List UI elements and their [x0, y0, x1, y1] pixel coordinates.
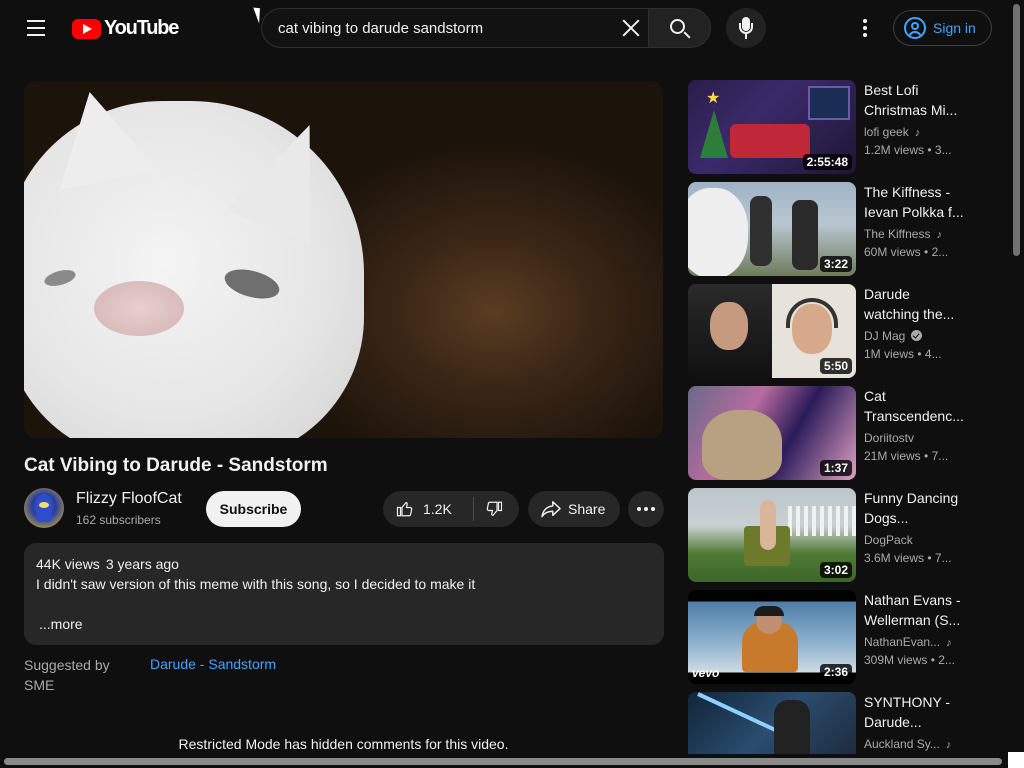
- channel-avatar[interactable]: [24, 488, 64, 528]
- duration-badge: 2:36: [819, 664, 852, 680]
- like-dislike-group: 1.2K: [383, 491, 519, 527]
- music-note-icon: ♪: [936, 229, 942, 241]
- duration-badge: 2:55:48: [802, 154, 852, 170]
- share-label: Share: [568, 501, 606, 517]
- verified-icon: [911, 330, 923, 341]
- share-button[interactable]: Share: [528, 491, 620, 527]
- music-note-icon: ♪: [914, 127, 921, 139]
- view-count: 44K views: [36, 556, 100, 572]
- logo-text: YouTube: [104, 17, 179, 39]
- video-thumbnail[interactable]: vevo 2:36: [688, 590, 856, 684]
- vertical-scrollbar[interactable]: [1010, 0, 1024, 768]
- search-input[interactable]: [278, 9, 608, 47]
- youtube-logo[interactable]: YouTube: [72, 17, 179, 40]
- duration-badge: 3:02: [819, 562, 852, 578]
- scrollbar-corner: [1008, 752, 1024, 768]
- recommendation-channel[interactable]: The Kiffness ♪: [864, 227, 968, 241]
- recommendation-channel[interactable]: lofi geek ♪: [864, 125, 968, 139]
- recommendation-title[interactable]: The Kiffness - Ievan Polkka f...: [864, 182, 968, 222]
- recommendation-title[interactable]: Cat Transcendenc...: [864, 386, 968, 426]
- recommendation-meta: 1M views • 4...: [864, 347, 942, 361]
- restricted-mode-notice: Restricted Mode has hidden comments for …: [178, 736, 509, 752]
- clear-search-icon[interactable]: [617, 14, 643, 42]
- recommendation-channel[interactable]: DogPack: [864, 533, 968, 547]
- voice-search-button[interactable]: [726, 8, 766, 48]
- show-more-link[interactable]: ...more: [39, 616, 83, 632]
- video-thumbnail[interactable]: 3:22: [688, 182, 856, 276]
- recommendation-meta: 1.2M views • 3...: [864, 143, 952, 157]
- recommendation-channel[interactable]: Auckland Sy... ♪: [864, 737, 968, 751]
- recommendation-meta: 3.6M views • 7...: [864, 551, 952, 565]
- recommendation-item[interactable]: ★ 2:55:48 Best Lofi Christmas Mi... lofi …: [688, 80, 968, 174]
- subscriber-count: 162 subscribers: [76, 513, 161, 527]
- video-player[interactable]: [24, 81, 663, 438]
- like-count: 1.2K: [423, 501, 452, 517]
- recommendation-item[interactable]: 3:02 Funny Dancing Dogs... DogPack 3.6M v…: [688, 488, 968, 582]
- description-text: I didn't saw version of this meme with t…: [36, 576, 476, 592]
- video-frame-cat: [24, 81, 364, 438]
- horizontal-scrollbar-thumb[interactable]: [4, 758, 1002, 765]
- recommendation-item[interactable]: 3:22 The Kiffness - Ievan Polkka f... The…: [688, 182, 968, 276]
- recommendation-title[interactable]: Nathan Evans - Wellerman (S...: [864, 590, 968, 630]
- sign-in-label: Sign in: [933, 20, 976, 36]
- thumbs-up-icon: [396, 502, 413, 517]
- music-note-icon: ♪: [945, 739, 952, 751]
- video-thumbnail[interactable]: 5:50: [688, 284, 856, 378]
- recommendation-meta: 60M views • 2...: [864, 245, 949, 259]
- subscribe-button[interactable]: Subscribe: [206, 491, 301, 527]
- video-thumbnail[interactable]: [688, 692, 856, 754]
- hamburger-menu-icon[interactable]: [20, 12, 52, 44]
- dislike-button[interactable]: [474, 491, 519, 527]
- recommendation-meta: 309M views • 2...: [864, 653, 955, 667]
- search-box: [261, 8, 649, 48]
- thumbs-down-icon: [486, 501, 503, 516]
- suggested-by-label: Suggested by SME: [24, 657, 110, 693]
- masthead: YouTube Sign in: [0, 0, 1024, 56]
- recommendation-title[interactable]: Best Lofi Christmas Mi...: [864, 80, 968, 120]
- sign-in-button[interactable]: Sign in: [893, 10, 992, 46]
- horizontal-scrollbar[interactable]: [0, 754, 1010, 768]
- like-button[interactable]: 1.2K: [383, 491, 473, 527]
- video-thumbnail[interactable]: 3:02: [688, 488, 856, 582]
- recommendation-title[interactable]: SYNTHONY - Darude...: [864, 692, 968, 732]
- recommendation-item[interactable]: SYNTHONY - Darude... Auckland Sy... ♪: [688, 692, 968, 754]
- search-button[interactable]: [648, 8, 711, 48]
- video-thumbnail[interactable]: 1:37: [688, 386, 856, 480]
- view-count-and-date: 44K views 3 years ago: [36, 556, 179, 572]
- video-title: Cat Vibing to Darude - Sandstorm: [24, 455, 328, 476]
- recommendation-title[interactable]: Funny Dancing Dogs...: [864, 488, 968, 528]
- recommendation-channel[interactable]: Doriitostv: [864, 431, 968, 445]
- recommendation-channel[interactable]: DJ Mag: [864, 329, 968, 343]
- account-icon: [904, 17, 926, 39]
- upload-age: 3 years ago: [105, 556, 179, 572]
- youtube-play-icon: [72, 18, 101, 39]
- recommendation-item[interactable]: 5:50 Darude watching the... DJ Mag 1M vie…: [688, 284, 968, 378]
- suggested-music-link[interactable]: Darude - Sandstorm: [150, 656, 276, 672]
- video-thumbnail[interactable]: ★ 2:55:48: [688, 80, 856, 174]
- recommendation-title[interactable]: Darude watching the...: [864, 284, 968, 324]
- vevo-logo: vevo: [692, 666, 720, 680]
- vertical-scrollbar-thumb[interactable]: [1013, 4, 1020, 256]
- duration-badge: 3:22: [819, 256, 852, 272]
- recommendation-meta: 21M views • 7...: [864, 449, 949, 463]
- description-box[interactable]: 44K views 3 years ago I didn't saw versio…: [24, 543, 664, 645]
- settings-more-icon[interactable]: [850, 12, 880, 44]
- duration-badge: 5:50: [819, 358, 852, 374]
- recommendation-item[interactable]: vevo 2:36 Nathan Evans - Wellerman (S... …: [688, 590, 968, 684]
- more-actions-icon[interactable]: [628, 491, 664, 527]
- share-icon: [541, 501, 561, 518]
- music-note-icon: ♪: [946, 637, 952, 649]
- duration-badge: 1:37: [819, 460, 852, 476]
- channel-name[interactable]: Flizzy FloofCat: [76, 490, 182, 508]
- recommendation-channel[interactable]: NathanEvan... ♪: [864, 635, 968, 649]
- recommendation-item[interactable]: 1:37 Cat Transcendenc... Doriitostv 21M v…: [688, 386, 968, 480]
